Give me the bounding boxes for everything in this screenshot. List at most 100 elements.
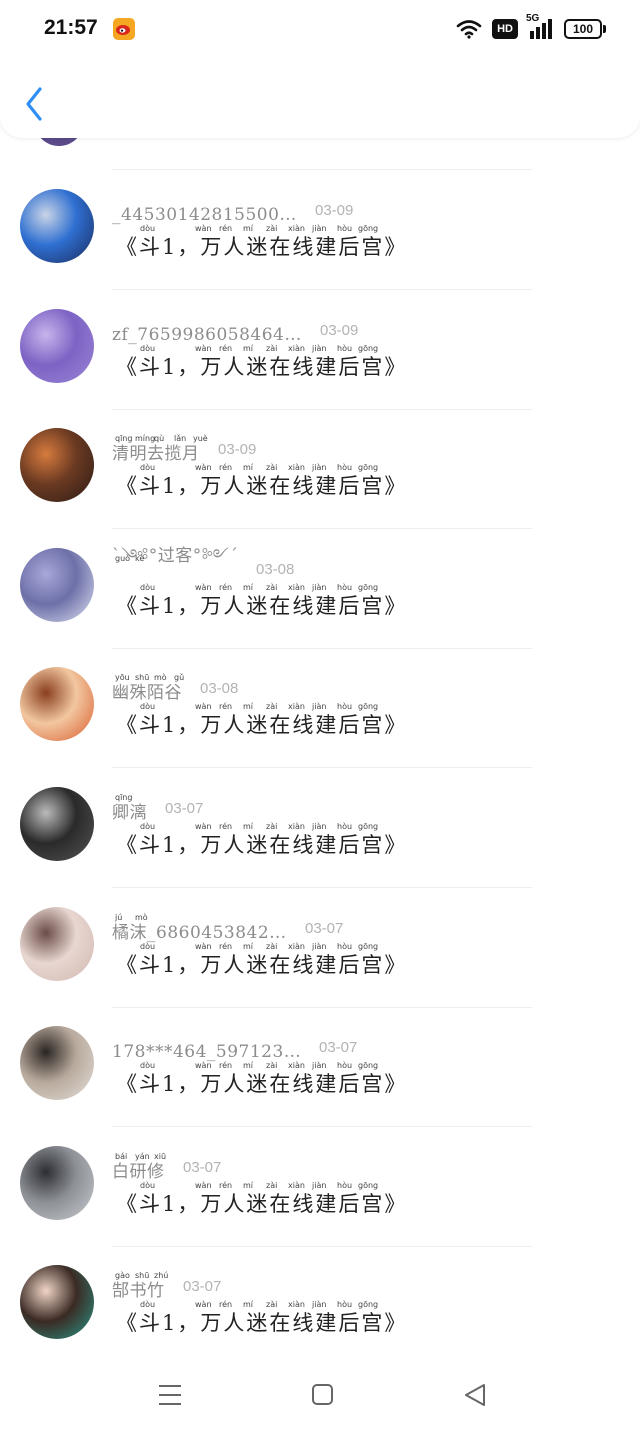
pinyin-annotation: rén bbox=[219, 344, 233, 353]
home-button[interactable] bbox=[302, 1377, 342, 1413]
message-header: _44530142815500… bbox=[112, 201, 297, 225]
avatar[interactable] bbox=[20, 1026, 94, 1100]
message-date: 03-09 bbox=[320, 322, 359, 339]
pinyin-annotation: wàn bbox=[195, 822, 212, 831]
message-text[interactable]: 《斗1，万人迷在线建后宫》 bbox=[116, 949, 407, 979]
avatar[interactable] bbox=[20, 667, 94, 741]
divider bbox=[112, 1007, 532, 1008]
pinyin-annotation: guò bbox=[115, 554, 131, 563]
message-date: 03-08 bbox=[256, 561, 295, 578]
pinyin-annotation: mí bbox=[243, 1181, 254, 1190]
pinyin-annotation: jiàn bbox=[312, 1181, 327, 1190]
pinyin-annotation: gào bbox=[115, 1271, 130, 1280]
weibo-icon bbox=[113, 18, 135, 40]
divider bbox=[112, 767, 532, 768]
pinyin-annotation: hòu bbox=[337, 942, 353, 951]
menu-button[interactable] bbox=[150, 1377, 190, 1413]
pinyin-annotation: wàn bbox=[195, 463, 212, 472]
pinyin-annotation: zài bbox=[266, 702, 278, 711]
pinyin-annotation: zài bbox=[266, 1061, 278, 1070]
signal-icon: 5G bbox=[526, 13, 554, 39]
message-date: 03-07 bbox=[183, 1278, 222, 1295]
pinyin-annotation: rén bbox=[219, 1181, 233, 1190]
back-button[interactable] bbox=[18, 83, 52, 125]
avatar[interactable] bbox=[20, 428, 94, 502]
message-text[interactable]: 《斗1，万人迷在线建后宫》 bbox=[116, 351, 407, 381]
pinyin-annotation: rén bbox=[219, 463, 233, 472]
sender-name[interactable]: ˋ༺°过客°༻ˊ bbox=[112, 536, 238, 584]
avatar[interactable] bbox=[20, 1146, 94, 1220]
avatar[interactable] bbox=[20, 309, 94, 383]
sender-name[interactable]: _44530142815500… bbox=[112, 205, 297, 225]
pinyin-annotation: jiàn bbox=[312, 1300, 327, 1309]
divider bbox=[112, 1246, 532, 1247]
pinyin-annotation: wàn bbox=[195, 942, 212, 951]
message-text[interactable]: 《斗1，万人迷在线建后宫》 bbox=[116, 470, 407, 500]
avatar[interactable] bbox=[20, 548, 94, 622]
menu-icon bbox=[159, 1385, 181, 1405]
pinyin-annotation: dòu bbox=[140, 344, 156, 353]
message-text[interactable]: 《斗1，万人迷在线建后宫》 bbox=[116, 1188, 407, 1218]
pinyin-annotation: xiū bbox=[154, 1152, 167, 1161]
hd-badge: HD bbox=[492, 19, 518, 39]
nav-back-button[interactable] bbox=[455, 1377, 495, 1413]
pinyin-annotation: hòu bbox=[337, 1300, 353, 1309]
message-text[interactable]: 《斗1，万人迷在线建后宫》 bbox=[116, 709, 407, 739]
avatar[interactable] bbox=[20, 787, 94, 861]
pinyin-annotation: yōu bbox=[115, 673, 130, 682]
message-date: 03-07 bbox=[305, 920, 344, 937]
message-text[interactable]: 《斗1，万人迷在线建后宫》 bbox=[116, 590, 407, 620]
pinyin-annotation: jiàn bbox=[312, 583, 327, 592]
pinyin-annotation: dòu bbox=[140, 822, 156, 831]
pinyin-annotation: rén bbox=[219, 822, 233, 831]
pinyin-annotation: hòu bbox=[337, 344, 353, 353]
message-text[interactable]: 《斗1，万人迷在线建后宫》 bbox=[116, 829, 407, 859]
avatar[interactable] bbox=[20, 1265, 94, 1339]
pinyin-annotation: hòu bbox=[337, 1061, 353, 1070]
pinyin-annotation: dòu bbox=[140, 463, 156, 472]
pinyin-annotation: zài bbox=[266, 344, 278, 353]
message-text[interactable]: 《斗1，万人迷在线建后宫》 bbox=[116, 231, 407, 261]
pinyin-annotation: gǔ bbox=[174, 673, 185, 682]
top-bar: 21:57 HD 5G 100 bbox=[0, 0, 640, 138]
pinyin-annotation: rén bbox=[219, 942, 233, 951]
status-time: 21:57 bbox=[44, 16, 98, 39]
pinyin-annotation: mí bbox=[243, 583, 254, 592]
pinyin-annotation: mí bbox=[243, 463, 254, 472]
pinyin-annotation: wàn bbox=[195, 344, 212, 353]
message-text[interactable]: 《斗1，万人迷在线建后宫》 bbox=[116, 1068, 407, 1098]
message-text[interactable]: 《斗1，万人迷在线建后宫》 bbox=[116, 1307, 407, 1337]
pinyin-annotation: xiàn bbox=[288, 822, 305, 831]
divider bbox=[112, 289, 532, 290]
pinyin-annotation: hòu bbox=[337, 702, 353, 711]
avatar[interactable] bbox=[20, 189, 94, 263]
pinyin-annotation: xiàn bbox=[288, 463, 305, 472]
pinyin-annotation: dòu bbox=[140, 1061, 156, 1070]
pinyin-annotation: yuè bbox=[193, 434, 208, 443]
pinyin-annotation: jú bbox=[115, 913, 123, 922]
pinyin-annotation: zài bbox=[266, 942, 278, 951]
pinyin-annotation: bái bbox=[115, 1152, 128, 1161]
pinyin-annotation: wàn bbox=[195, 583, 212, 592]
message-header: 178***464_597123… bbox=[112, 1038, 301, 1062]
divider bbox=[112, 1126, 532, 1127]
pinyin-annotation: dòu bbox=[140, 942, 156, 951]
pinyin-annotation: dòu bbox=[140, 702, 156, 711]
status-icons: HD 5G 100 bbox=[456, 13, 606, 43]
avatar[interactable] bbox=[20, 907, 94, 981]
pinyin-annotation: xiàn bbox=[288, 1061, 305, 1070]
pinyin-annotation: rén bbox=[219, 1061, 233, 1070]
pinyin-annotation: jiàn bbox=[312, 463, 327, 472]
pinyin-annotation: gōng bbox=[358, 822, 379, 831]
sender-name[interactable]: zf_7659986058464… bbox=[112, 325, 302, 345]
pinyin-annotation: jiàn bbox=[312, 822, 327, 831]
sender-name[interactable]: 178***464_597123… bbox=[112, 1042, 301, 1062]
pinyin-annotation: gōng bbox=[358, 1061, 379, 1070]
pinyin-annotation: jiàn bbox=[312, 224, 327, 233]
message-date: 03-07 bbox=[183, 1159, 222, 1176]
pinyin-annotation: mò bbox=[135, 913, 148, 922]
pinyin-annotation: zài bbox=[266, 463, 278, 472]
pinyin-annotation: hòu bbox=[337, 583, 353, 592]
pinyin-annotation: rén bbox=[219, 583, 233, 592]
pinyin-annotation: dòu bbox=[140, 1181, 156, 1190]
